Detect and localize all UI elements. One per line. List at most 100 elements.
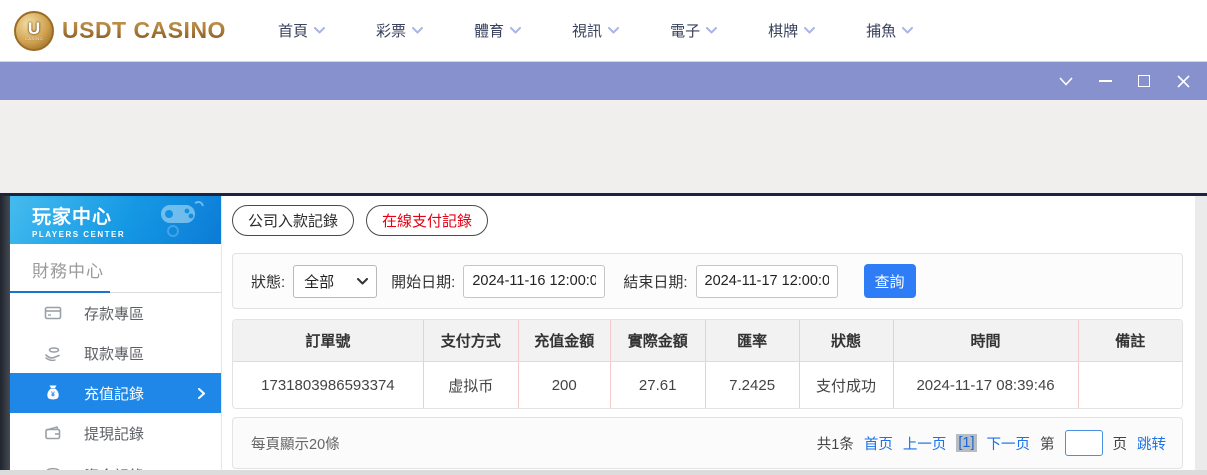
coins-icon xyxy=(44,465,62,470)
col-actual-amount: 實際金額 xyxy=(610,320,705,362)
chevron-down-icon xyxy=(510,27,521,34)
pagination-controls: 共1条 首页 上一页 [1] 下一页 第 页 跳转 xyxy=(817,430,1166,456)
status-selected-value: 全部 xyxy=(304,271,334,292)
page-size-text: 每頁顯示20條 xyxy=(251,433,340,454)
current-page-indicator: [1] xyxy=(956,434,976,452)
start-date-label: 開始日期: xyxy=(391,271,455,292)
maximize-icon[interactable] xyxy=(1136,73,1152,89)
sidebar-item-deposit-zone[interactable]: 存款專區 xyxy=(10,293,221,333)
cell-actual-amount: 27.61 xyxy=(610,362,705,408)
nav-item-lottery[interactable]: 彩票 xyxy=(376,20,423,41)
status-select[interactable]: 全部 xyxy=(293,265,377,298)
usdt-coin-icon: U CASINO xyxy=(14,11,54,51)
sidebar-item-recharge-records[interactable]: ¥ 充值記錄 xyxy=(10,373,221,413)
col-order-number: 訂單號 xyxy=(233,320,423,362)
sidebar-item-label: 存款專區 xyxy=(84,303,144,324)
brand-logo[interactable]: U CASINO USDT CASINO xyxy=(14,11,266,51)
chevron-down-icon xyxy=(608,27,619,34)
sidebar-item-funds-records[interactable]: 資金記錄 xyxy=(10,453,221,470)
total-count-text: 共1条 xyxy=(817,433,854,454)
cell-order-number: 1731803986593374 xyxy=(233,362,423,408)
first-page-link[interactable]: 首页 xyxy=(864,433,893,454)
query-button[interactable]: 查詢 xyxy=(864,264,916,298)
tab-company-deposit-records[interactable]: 公司入款記錄 xyxy=(232,205,354,236)
wallet-icon xyxy=(44,424,62,442)
nav-item-home[interactable]: 首頁 xyxy=(278,20,325,41)
player-center-sidebar: 玩家中心 PLAYERS CENTER 財務中心 存款專區 xyxy=(10,196,222,470)
minimize-icon[interactable] xyxy=(1097,73,1113,89)
nav-label: 彩票 xyxy=(376,20,406,41)
hand-coins-icon xyxy=(44,344,62,362)
col-recharge-amount: 充值金額 xyxy=(518,320,610,362)
gamepad-icon xyxy=(155,201,207,237)
jump-button[interactable]: 跳转 xyxy=(1137,433,1166,454)
chevron-down-icon xyxy=(412,27,423,34)
sidebar-item-label: 資金記錄 xyxy=(84,465,144,470)
sidebar-item-label: 充值記錄 xyxy=(84,383,144,404)
page-jump-input[interactable] xyxy=(1065,430,1103,456)
nav-label: 電子 xyxy=(670,20,700,41)
svg-text:¥: ¥ xyxy=(51,392,55,399)
cell-recharge-amount: 200 xyxy=(518,362,610,408)
chevron-down-icon xyxy=(706,27,717,34)
section-title: 財務中心 xyxy=(32,257,221,282)
pagination-bar: 每頁顯示20條 共1条 首页 上一页 [1] 下一页 第 页 跳转 xyxy=(232,417,1183,469)
cell-remark xyxy=(1078,362,1182,408)
filter-bar: 狀態: 全部 開始日期: 結束日期: 查詢 xyxy=(232,253,1183,309)
nav-item-slots[interactable]: 電子 xyxy=(670,20,717,41)
money-bag-icon: ¥ xyxy=(44,384,62,402)
sidebar-item-withdraw-zone[interactable]: 取款專區 xyxy=(10,333,221,373)
end-date-label: 結束日期: xyxy=(623,271,687,292)
sidebar-item-withdrawal-records[interactable]: 提現記錄 xyxy=(10,413,221,453)
col-exchange-rate: 匯率 xyxy=(705,320,799,362)
nav-label: 首頁 xyxy=(278,20,308,41)
top-navbar: U CASINO USDT CASINO 首頁 彩票 體育 視訊 電子 棋牌 xyxy=(0,0,1207,62)
window-titlebar xyxy=(0,62,1207,100)
brand-name: USDT CASINO xyxy=(62,17,226,44)
records-table: 訂單號 支付方式 充值金額 實際金額 匯率 狀態 時間 備註 173180398… xyxy=(232,319,1183,409)
deposit-card-icon xyxy=(44,304,62,322)
table-header-row: 訂單號 支付方式 充值金額 實際金額 匯率 狀態 時間 備註 xyxy=(233,320,1182,362)
status-label: 狀態: xyxy=(251,271,285,292)
cell-status: 支付成功 xyxy=(799,362,893,408)
record-tabs: 公司入款記錄 在線支付記錄 xyxy=(232,205,1183,236)
window-right-edge xyxy=(1195,196,1207,470)
end-date-input[interactable] xyxy=(696,265,838,298)
cell-time: 2024-11-17 08:39:46 xyxy=(893,362,1078,408)
chevron-down-icon xyxy=(314,27,325,34)
sidebar-item-label: 提現記錄 xyxy=(84,423,144,444)
start-date-input[interactable] xyxy=(463,265,605,298)
col-status: 狀態 xyxy=(799,320,893,362)
nav-label: 棋牌 xyxy=(768,20,798,41)
sidebar-section: 財務中心 xyxy=(10,244,221,282)
close-icon[interactable] xyxy=(1175,73,1191,89)
nav-item-sports[interactable]: 體育 xyxy=(474,20,521,41)
logo-small-text: CASINO xyxy=(25,36,43,41)
sidebar-header: 玩家中心 PLAYERS CENTER xyxy=(10,196,221,244)
empty-banner-area xyxy=(0,100,1207,193)
window-bottom-edge xyxy=(0,470,1207,475)
prev-page-link[interactable]: 上一页 xyxy=(903,433,947,454)
content-region: 玩家中心 PLAYERS CENTER 財務中心 存款專區 xyxy=(0,196,1207,470)
collapse-icon[interactable] xyxy=(1058,73,1074,89)
main-panel: 公司入款記錄 在線支付記錄 狀態: 全部 開始日期: 結束日期: 查詢 訂單號 xyxy=(222,196,1195,470)
nav-label: 視訊 xyxy=(572,20,602,41)
next-page-link[interactable]: 下一页 xyxy=(987,433,1031,454)
col-time: 時間 xyxy=(893,320,1078,362)
jump-prefix-label: 第 xyxy=(1040,433,1055,454)
chevron-down-icon xyxy=(804,27,815,34)
nav-item-fishing[interactable]: 捕魚 xyxy=(866,20,913,41)
tab-online-payment-records[interactable]: 在線支付記錄 xyxy=(366,205,488,236)
chevron-right-icon xyxy=(198,388,205,399)
window-left-edge xyxy=(0,196,10,470)
col-payment-method: 支付方式 xyxy=(423,320,518,362)
main-menu: 首頁 彩票 體育 視訊 電子 棋牌 捕魚 xyxy=(278,20,913,41)
nav-item-live[interactable]: 視訊 xyxy=(572,20,619,41)
col-remark: 備註 xyxy=(1078,320,1182,362)
cell-payment-method: 虚拟币 xyxy=(423,362,518,408)
cell-exchange-rate: 7.2425 xyxy=(705,362,799,408)
jump-suffix-label: 页 xyxy=(1113,433,1128,454)
chevron-down-icon xyxy=(902,27,913,34)
nav-item-cards[interactable]: 棋牌 xyxy=(768,20,815,41)
sidebar-item-label: 取款專區 xyxy=(84,343,144,364)
